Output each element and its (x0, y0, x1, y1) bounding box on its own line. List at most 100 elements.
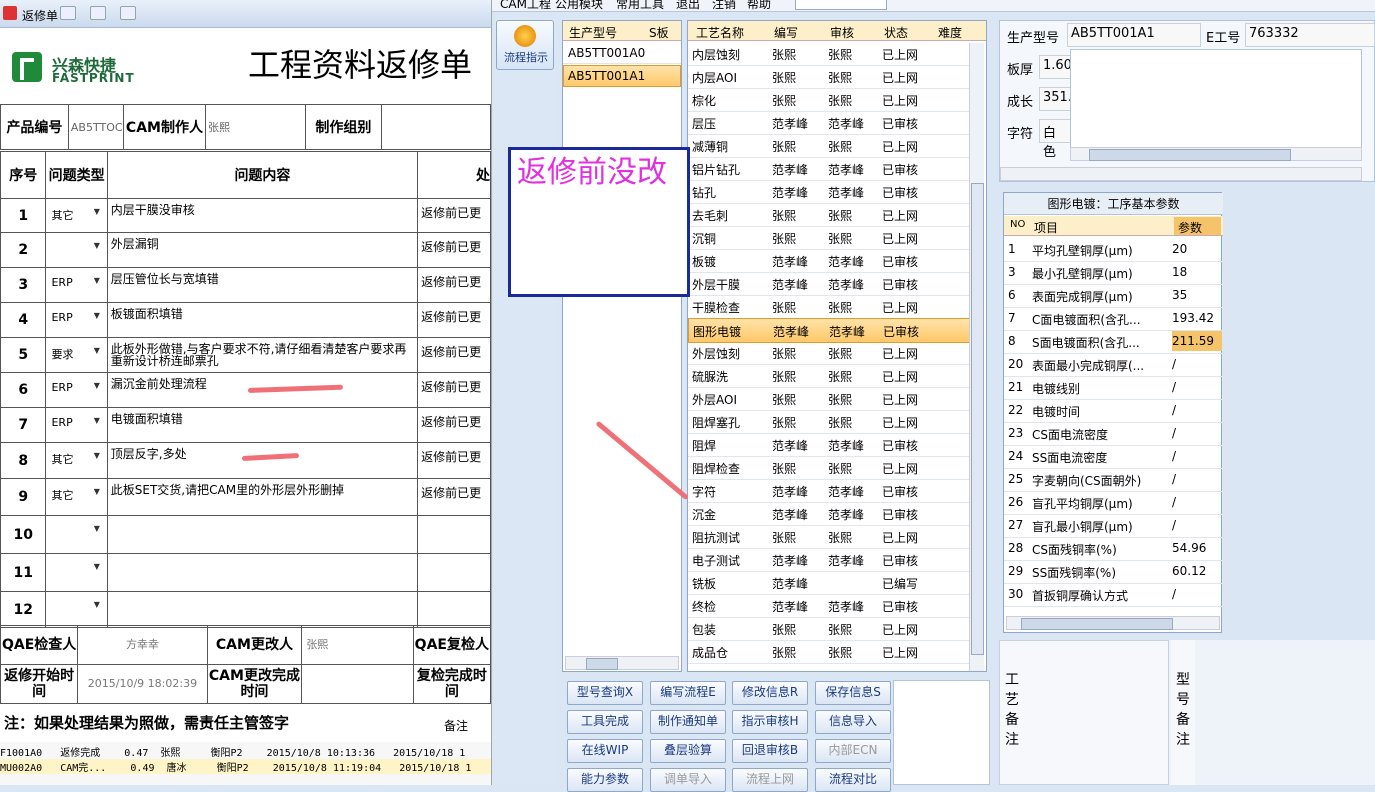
action-button[interactable]: 制作通知单 (650, 710, 726, 734)
action-button[interactable]: 流程对比 (815, 768, 891, 792)
action-button[interactable]: 修改信息R (732, 681, 808, 705)
horizontal-scrollbar[interactable] (1070, 147, 1362, 161)
process-row-selected[interactable]: 图形电镀 范孝峰 范孝峰 已审核 (688, 318, 972, 343)
minimize-button[interactable] (60, 6, 76, 20)
issue-result[interactable] (417, 515, 491, 554)
menu-combo[interactable] (795, 0, 887, 10)
action-button[interactable]: 流程上网 (732, 768, 808, 792)
action-button[interactable]: 型号查询X (567, 681, 643, 705)
issue-type-select[interactable]: 其它 ▼ (45, 478, 108, 516)
issue-result[interactable]: 返修前已更 (417, 372, 491, 408)
process-row[interactable]: 包装 张熙 张熙 已上网 (688, 617, 970, 641)
param-row[interactable]: 29 SS面残铜率(%) 60.12 (1004, 560, 1223, 584)
qae-check-value[interactable]: 方幸幸 (77, 625, 208, 665)
process-row[interactable]: 干膜检查 张熙 张熙 已上网 (688, 295, 970, 319)
horizontal-scrollbar[interactable] (1006, 616, 1220, 630)
horizontal-scrollbar[interactable] (565, 656, 679, 670)
issue-content[interactable] (106, 591, 419, 628)
menu-cam[interactable]: CAM工程 (500, 0, 551, 11)
issue-result[interactable] (417, 553, 491, 592)
process-row[interactable]: 内层AOI 张熙 张熙 已上网 (688, 65, 970, 89)
param-row[interactable]: 26 盲孔平均铜厚(μm) / (1004, 491, 1223, 515)
param-row[interactable]: 27 盲孔最小铜厚(μm) / (1004, 514, 1223, 538)
list-item[interactable]: F1001A0 返修完成 0.47 张熙 衡阳P2 2015/10/8 10:1… (0, 744, 465, 759)
action-button[interactable]: 能力参数 (567, 768, 643, 792)
param-row[interactable]: 23 CS面电流密度 / (1004, 422, 1223, 446)
param-row[interactable]: 20 表面最小完成铜厚(... / (1004, 353, 1223, 377)
process-row[interactable]: 阻焊检查 张熙 张熙 已上网 (688, 456, 970, 480)
close-button[interactable] (120, 6, 136, 20)
action-button[interactable]: 编写流程E (650, 681, 726, 705)
process-row[interactable]: 外层干膜 范孝峰 范孝峰 已审核 (688, 272, 970, 296)
dropdown-arrow-icon[interactable]: ▼ (90, 379, 104, 393)
menu-exit[interactable]: 退出 (676, 0, 700, 11)
process-row[interactable]: 阻焊 范孝峰 范孝峰 已审核 (688, 433, 970, 457)
dropdown-arrow-icon[interactable]: ▼ (90, 414, 104, 428)
process-row[interactable]: 层压 范孝峰 范孝峰 已审核 (688, 111, 970, 135)
action-button[interactable]: 在线WIP (567, 739, 643, 763)
issue-content[interactable]: 此板外形做错,与客户要求不符,请仔细看清楚客户要求再重新设计桥连邮票孔 (106, 337, 419, 373)
issue-content[interactable]: 内层干膜没审核 (106, 198, 419, 233)
issue-type-select[interactable]: ▼ (45, 232, 108, 268)
action-button[interactable]: 调单导入 (650, 768, 726, 792)
list-item[interactable]: AB5TT001A0 (563, 42, 681, 64)
issue-result[interactable]: 返修前已更 (417, 407, 491, 443)
growth-field[interactable]: 351. (1039, 87, 1072, 111)
cam-maker-value[interactable]: 张熙 (205, 104, 306, 150)
issue-content[interactable]: 此板SET交货,请把CAM里的外形层外形删掉 (106, 478, 419, 516)
issue-content[interactable]: 板镀面积填错 (106, 302, 419, 338)
dropdown-arrow-icon[interactable]: ▼ (90, 485, 104, 499)
process-row[interactable]: 阻焊塞孔 张熙 张熙 已上网 (688, 410, 970, 434)
issue-type-select[interactable]: ▼ (45, 591, 108, 628)
issue-type-select[interactable]: 其它 ▼ (45, 198, 108, 233)
product-value[interactable]: AB5TTOC (67, 104, 124, 150)
process-row[interactable]: 去毛刺 张熙 张熙 已上网 (688, 203, 970, 227)
vertical-scrollbar[interactable] (969, 43, 984, 671)
param-row[interactable]: 30 首扳铜厚确认方式 / (1004, 583, 1223, 607)
process-row[interactable]: 减薄铜 张熙 张熙 已上网 (688, 134, 970, 158)
issue-result[interactable]: 返修前已更 (417, 267, 491, 303)
param-row[interactable]: 21 电镀线别 / (1004, 376, 1223, 400)
issue-result[interactable]: 返修前已更 (417, 302, 491, 338)
param-row[interactable]: 22 电镀时间 / (1004, 399, 1223, 423)
list-item[interactable]: MU002A0 CAM完... 0.49 唐冰 衡阳P2 2015/10/8 1… (0, 759, 491, 774)
process-row[interactable]: 电子测试 范孝峰 范孝峰 已审核 (688, 548, 970, 572)
issue-result[interactable] (417, 591, 491, 628)
menu-help[interactable]: 帮助 (747, 0, 771, 11)
issue-type-select[interactable]: ▼ (45, 515, 108, 554)
dropdown-arrow-icon[interactable]: ▼ (90, 449, 104, 463)
process-remark-box[interactable] (999, 640, 1169, 785)
action-button[interactable]: 指示审核H (732, 710, 808, 734)
dropdown-arrow-icon[interactable]: ▼ (90, 239, 104, 253)
process-row[interactable]: 棕化 张熙 张熙 已上网 (688, 88, 970, 112)
issue-content[interactable] (106, 515, 419, 554)
process-row[interactable]: 内层蚀刻 张熙 张熙 已上网 (688, 42, 970, 66)
issue-type-select[interactable]: ERP ▼ (45, 372, 108, 408)
process-row[interactable]: 硫脲洗 张熙 张熙 已上网 (688, 364, 970, 388)
param-row[interactable]: 1 平均孔壁铜厚(μm) 20 (1004, 238, 1223, 262)
issue-content[interactable]: 顶层反字,多处 (106, 442, 419, 479)
issue-content[interactable]: 电镀面积填错 (106, 407, 419, 443)
issue-type-select[interactable]: 其它 ▼ (45, 442, 108, 479)
process-row[interactable]: 字符 范孝峰 范孝峰 已审核 (688, 479, 970, 503)
process-row[interactable]: 沉金 范孝峰 范孝峰 已审核 (688, 502, 970, 526)
issue-result[interactable]: 返修前已更 (417, 478, 491, 516)
menu-tools[interactable]: 常用工具 (616, 0, 664, 11)
group-value[interactable] (381, 104, 491, 150)
issue-type-select[interactable]: ▼ (45, 553, 108, 592)
model-field[interactable]: AB5TT001A1 (1067, 23, 1201, 47)
action-button[interactable]: 工具完成 (567, 710, 643, 734)
action-button[interactable]: 保存信息S (815, 681, 891, 705)
dropdown-arrow-icon[interactable]: ▼ (90, 205, 104, 219)
param-row[interactable]: 28 CS面残铜率(%) 54.96 (1004, 537, 1223, 561)
maximize-button[interactable] (90, 6, 106, 20)
issue-content[interactable]: 层压管位长与宽填错 (106, 267, 419, 303)
issue-result[interactable]: 返修前已更 (417, 337, 491, 373)
list-item-selected[interactable]: AB5TT001A1 (563, 65, 681, 87)
process-row[interactable]: 铝片钻孔 范孝峰 范孝峰 已审核 (688, 157, 970, 181)
menu-logout[interactable]: 注销 (712, 0, 736, 11)
dropdown-arrow-icon[interactable]: ▼ (90, 309, 104, 323)
dropdown-arrow-icon[interactable]: ▼ (90, 274, 104, 288)
process-row[interactable]: 阻抗测试 张熙 张熙 已上网 (688, 525, 970, 549)
process-row[interactable]: 沉铜 张熙 张熙 已上网 (688, 226, 970, 250)
